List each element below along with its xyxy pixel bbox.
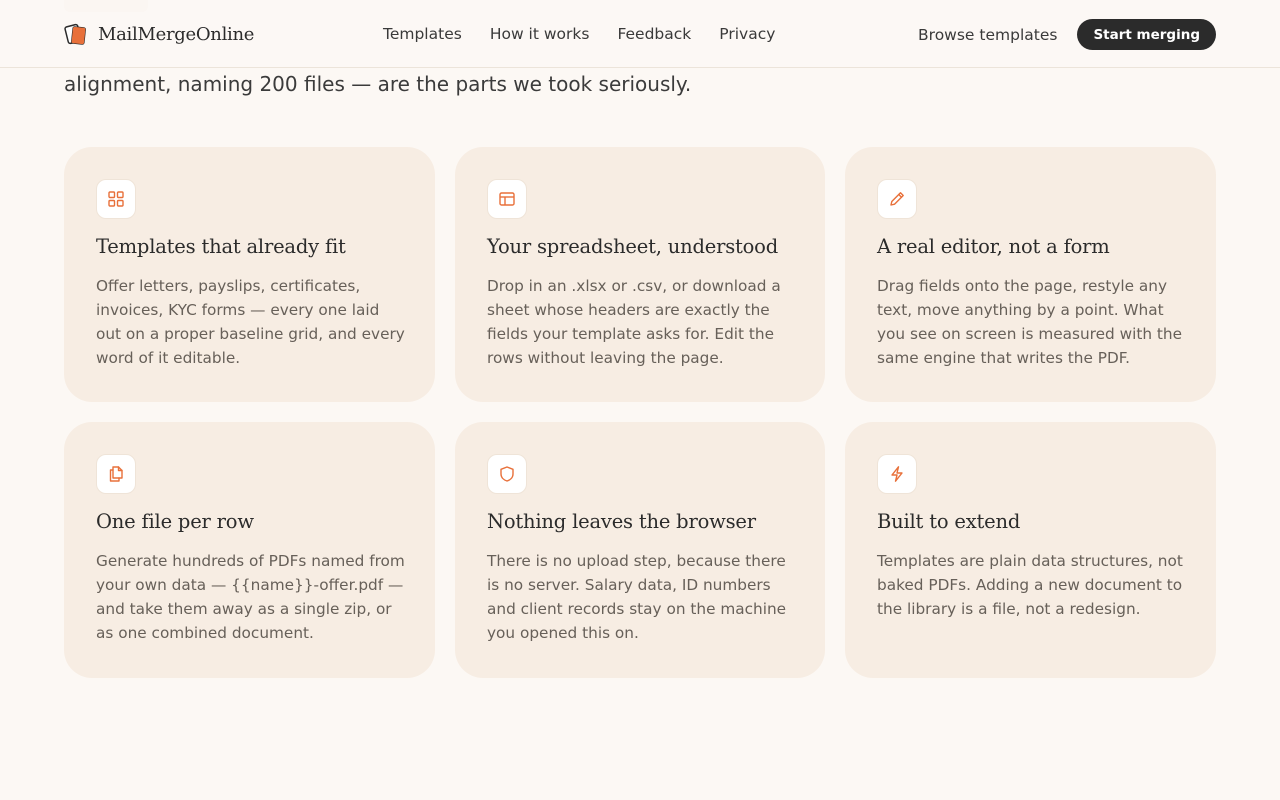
lightning-icon bbox=[877, 454, 917, 494]
browse-templates-link[interactable]: Browse templates bbox=[918, 26, 1057, 44]
feature-title: Built to extend bbox=[877, 510, 1021, 533]
main-nav: Templates How it works Feedback Privacy bbox=[383, 24, 775, 44]
feature-card: A real editor, not a form Drag fields on… bbox=[845, 147, 1216, 402]
feature-title: Templates that already fit bbox=[96, 235, 346, 258]
stacked-pages-logo-icon bbox=[64, 23, 86, 45]
feature-title: A real editor, not a form bbox=[877, 235, 1110, 258]
brand-name: MailMergeOnline bbox=[98, 23, 255, 45]
feature-card: Your spreadsheet, understood Drop in an … bbox=[455, 147, 825, 402]
intro-paragraph-line: alignment, naming 200 files — are the pa… bbox=[64, 72, 692, 96]
nav-link-feedback[interactable]: Feedback bbox=[617, 24, 691, 44]
grid-icon bbox=[96, 179, 136, 219]
nav-link-privacy[interactable]: Privacy bbox=[719, 24, 775, 44]
feature-title: Your spreadsheet, understood bbox=[487, 235, 779, 258]
site-header: MailMergeOnline Templates How it works F… bbox=[0, 0, 1280, 68]
header-actions: Browse templates Start merging bbox=[918, 19, 1216, 50]
nav-link-how-it-works[interactable]: How it works bbox=[490, 24, 590, 44]
pencil-icon bbox=[877, 179, 917, 219]
feature-title: One file per row bbox=[96, 510, 254, 533]
feature-card: Built to extend Templates are plain data… bbox=[845, 422, 1216, 678]
feature-card: One file per row Generate hundreds of PD… bbox=[64, 422, 435, 678]
feature-description: Offer letters, payslips, certificates, i… bbox=[96, 277, 405, 367]
feature-description: There is no upload step, because there i… bbox=[487, 552, 787, 642]
feature-description: Drag fields onto the page, restyle any t… bbox=[877, 277, 1183, 367]
feature-grid: Templates that already fit Offer letters… bbox=[64, 147, 1216, 678]
start-merging-button[interactable]: Start merging bbox=[1077, 19, 1216, 50]
table-icon bbox=[487, 179, 527, 219]
feature-card: Templates that already fit Offer letters… bbox=[64, 147, 435, 402]
feature-title: Nothing leaves the browser bbox=[487, 510, 756, 533]
feature-description: Drop in an .xlsx or .csv, or download a … bbox=[487, 277, 781, 367]
nav-link-templates[interactable]: Templates bbox=[383, 24, 462, 44]
files-icon bbox=[96, 454, 136, 494]
feature-card: Nothing leaves the browser There is no u… bbox=[455, 422, 825, 678]
shield-icon bbox=[487, 454, 527, 494]
feature-description: Templates are plain data structures, not… bbox=[877, 552, 1183, 618]
feature-description: Generate hundreds of PDFs named from you… bbox=[96, 552, 405, 642]
brand-link[interactable]: MailMergeOnline bbox=[64, 21, 254, 47]
